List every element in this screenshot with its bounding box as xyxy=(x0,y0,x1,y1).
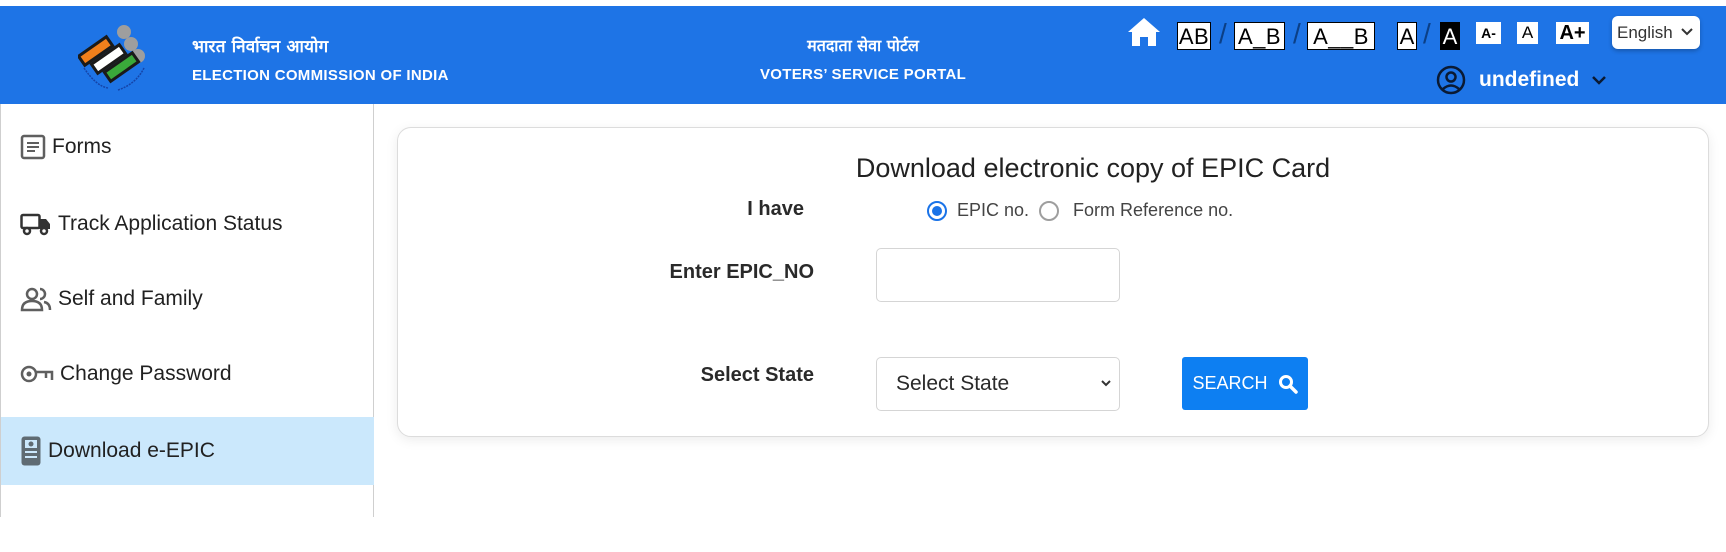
contrast-light-button[interactable]: A xyxy=(1397,22,1417,50)
epic-no-radio[interactable] xyxy=(927,200,947,221)
epic-no-radio-label: EPIC no. xyxy=(957,200,1030,220)
id-type-radio-group: EPIC no. Form Reference no. xyxy=(927,200,1233,221)
document-list-icon xyxy=(20,134,46,160)
sidebar-item-label: Change Password xyxy=(60,362,232,385)
org-name-english: ELECTION COMMISSION OF INDIA xyxy=(192,67,449,84)
download-epic-card: Download electronic copy of EPIC Card I … xyxy=(397,127,1709,437)
people-icon xyxy=(20,287,52,312)
state-select[interactable]: Select State xyxy=(876,357,1120,411)
font-increase-button[interactable]: A+ xyxy=(1556,22,1589,44)
user-account-icon xyxy=(1436,65,1466,95)
sidebar-item-label: Download e-EPIC xyxy=(48,439,215,462)
home-icon[interactable] xyxy=(1127,16,1161,48)
search-button[interactable]: SEARCH xyxy=(1182,357,1308,410)
sidebar-item-label: Track Application Status xyxy=(58,212,283,235)
truck-icon xyxy=(20,213,50,236)
separator: / xyxy=(1219,18,1227,49)
key-icon xyxy=(20,365,54,383)
i-have-label: I have xyxy=(747,198,804,220)
sidebar-item-track-application-status[interactable]: Track Application Status xyxy=(1,190,374,258)
font-decrease-button[interactable]: A- xyxy=(1476,22,1501,44)
org-brand: भारत निर्वाचन आयोग ELECTION COMMISSION O… xyxy=(192,34,449,84)
sidebar-item-download-e-epic[interactable]: Download e-EPIC xyxy=(1,417,374,485)
epic-no-label: Enter EPIC_NO xyxy=(669,261,814,283)
contrast-dark-button[interactable]: A xyxy=(1440,22,1460,50)
chevron-down-icon xyxy=(1101,380,1111,387)
language-select[interactable]: English xyxy=(1612,16,1700,49)
epic-no-input[interactable] xyxy=(876,248,1120,302)
sidebar-item-label: Forms xyxy=(52,135,112,158)
chevron-down-icon xyxy=(1681,28,1693,36)
user-menu[interactable]: undefined xyxy=(1436,64,1607,96)
user-name: undefined xyxy=(1479,68,1580,91)
spacing-wide-button[interactable]: A__B xyxy=(1307,22,1375,50)
search-button-label: SEARCH xyxy=(1192,373,1268,393)
spacing-medium-button[interactable]: A_B xyxy=(1234,22,1285,50)
portal-name-hindi: मतदाता सेवा पोर्टल xyxy=(807,36,919,55)
sidebar: Forms Track Application Status Self and … xyxy=(0,104,374,517)
sidebar-item-change-password[interactable]: Change Password xyxy=(1,340,374,408)
state-selected-value: Select State xyxy=(896,372,1010,395)
eci-logo xyxy=(78,25,145,91)
spacing-normal-button[interactable]: AB xyxy=(1177,22,1211,50)
search-icon xyxy=(1278,374,1298,394)
sidebar-item-self-and-family[interactable]: Self and Family xyxy=(1,265,374,333)
form-reference-no-radio-label: Form Reference no. xyxy=(1073,200,1234,220)
portal-name-english: VOTERS’ SERVICE PORTAL xyxy=(759,66,967,83)
form-reference-no-radio[interactable] xyxy=(1039,200,1060,221)
separator: / xyxy=(1423,18,1431,49)
font-normal-button[interactable]: A xyxy=(1517,22,1538,44)
top-header: भारत निर्वाचन आयोग ELECTION COMMISSION O… xyxy=(0,6,1726,104)
portal-title: मतदाता सेवा पोर्टल VOTERS’ SERVICE PORTA… xyxy=(758,34,968,83)
id-card-icon xyxy=(21,436,41,466)
select-state-label: Select State xyxy=(700,364,814,386)
separator: / xyxy=(1293,18,1301,49)
sidebar-item-forms[interactable]: Forms xyxy=(1,113,374,181)
chevron-down-icon xyxy=(1592,76,1607,85)
org-name-hindi: भारत निर्वाचन आयोग xyxy=(192,37,329,57)
sidebar-item-label: Self and Family xyxy=(58,287,203,310)
language-selected: English xyxy=(1617,23,1673,42)
page-title: Download electronic copy of EPIC Card xyxy=(855,153,1331,183)
